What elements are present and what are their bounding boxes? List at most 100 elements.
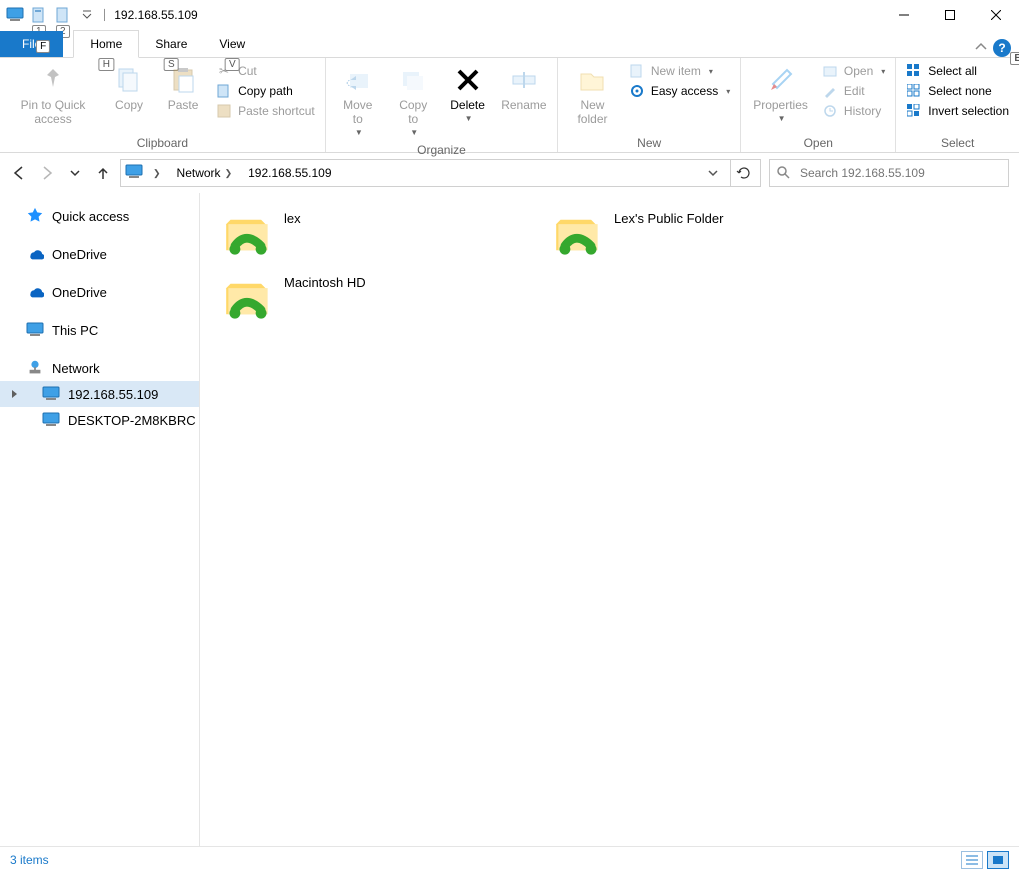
invert-selection-button[interactable]: Invert selection <box>902 102 1013 120</box>
help-icon[interactable]: ? E <box>993 39 1011 57</box>
up-button[interactable] <box>94 164 112 182</box>
select-none-button[interactable]: Select none <box>902 82 1013 100</box>
recent-locations-button[interactable] <box>66 164 84 182</box>
sidebar-network-host[interactable]: 192.168.55.109 <box>0 381 199 407</box>
sidebar-onedrive-1[interactable]: OneDrive <box>0 241 199 267</box>
tab-home[interactable]: Home H <box>73 30 139 58</box>
new-item-icon <box>629 63 645 79</box>
copy-path-button[interactable]: Copy path <box>212 82 319 100</box>
minimize-button[interactable] <box>881 0 927 30</box>
window-title: 192.168.55.109 <box>114 8 197 22</box>
pc-icon <box>42 411 60 429</box>
sidebar-this-pc[interactable]: This PC <box>0 317 199 343</box>
chevron-down-icon: ▼ <box>410 128 418 137</box>
tab-file[interactable]: File F <box>0 31 63 57</box>
properties-button[interactable]: Properties ▼ <box>747 60 814 127</box>
pin-button[interactable]: Pin to Quick access <box>6 60 100 130</box>
paste-shortcut-icon <box>216 103 232 119</box>
folder-item[interactable]: Macintosh HD <box>220 271 520 327</box>
folder-item[interactable]: Lex's Public Folder <box>550 207 850 263</box>
maximize-button[interactable] <box>927 0 973 30</box>
chevron-down-icon: ▼ <box>355 128 363 137</box>
shared-folder-icon <box>224 275 272 323</box>
label: Pin to Quick access <box>12 98 94 126</box>
nav-row: ❯ Network ❯ 192.168.55.109 <box>0 153 1019 193</box>
label: 192.168.55.109 <box>68 387 158 402</box>
back-button[interactable] <box>10 164 28 182</box>
search-box[interactable] <box>769 159 1009 187</box>
copy-path-icon <box>216 83 232 99</box>
status-item-count: 3 items <box>10 853 49 867</box>
cloud-icon <box>26 245 44 263</box>
delete-icon <box>452 64 484 96</box>
sidebar-network-desktop[interactable]: DESKTOP-2M8KBRC <box>0 407 199 433</box>
copy-to-button[interactable]: Copy to ▼ <box>388 60 439 141</box>
easy-access-button[interactable]: Easy access ▾ <box>625 82 734 100</box>
folder-name: Lex's Public Folder <box>614 211 723 226</box>
label: New folder <box>570 98 615 126</box>
label: Copy <box>115 98 143 112</box>
location-icon <box>125 163 143 184</box>
breadcrumb-host[interactable]: 192.168.55.109 <box>242 166 337 180</box>
chevron-down-icon: ▾ <box>709 67 713 76</box>
qat-customize-icon[interactable] <box>78 6 96 24</box>
move-to-button[interactable]: Move to ▼ <box>332 60 384 141</box>
label: OneDrive <box>52 247 107 262</box>
group-label: New <box>564 134 734 152</box>
label: Quick access <box>52 209 129 224</box>
address-bar[interactable]: ❯ Network ❯ 192.168.55.109 <box>120 159 761 187</box>
address-dropdown-button[interactable] <box>700 160 726 186</box>
label: Rename <box>501 98 546 112</box>
label: This PC <box>52 323 98 338</box>
properties-icon <box>765 64 797 96</box>
sidebar-network[interactable]: Network <box>0 355 199 381</box>
chevron-down-icon: ▼ <box>778 114 786 123</box>
open-icon <box>822 63 838 79</box>
ribbon-group-clipboard: Pin to Quick access Copy Paste ✂ Cut Cop… <box>0 58 326 152</box>
breadcrumb-root[interactable]: ❯ <box>147 168 167 179</box>
ribbon-group-new: New folder New item ▾ Easy access ▾ New <box>558 58 741 152</box>
label: Paste shortcut <box>238 104 315 118</box>
folder-name: Macintosh HD <box>284 275 366 290</box>
edit-icon <box>822 83 838 99</box>
search-input[interactable] <box>798 165 1002 181</box>
sidebar-quick-access[interactable]: Quick access <box>0 203 199 229</box>
select-all-button[interactable]: Select all <box>902 62 1013 80</box>
history-button[interactable]: History <box>818 102 889 120</box>
edit-button[interactable]: Edit <box>818 82 889 100</box>
refresh-button[interactable] <box>730 160 756 186</box>
label: Network <box>52 361 100 376</box>
history-icon <box>822 103 838 119</box>
label: OneDrive <box>52 285 107 300</box>
breadcrumb-network[interactable]: Network ❯ <box>171 166 239 180</box>
title-separator: │ <box>102 10 108 21</box>
navigation-pane[interactable]: Quick access OneDrive OneDrive This PC N… <box>0 193 200 846</box>
collapse-ribbon-icon[interactable] <box>975 41 987 56</box>
label: Invert selection <box>928 104 1009 118</box>
new-item-button[interactable]: New item ▾ <box>625 62 734 80</box>
chevron-right-icon: ❯ <box>153 168 161 179</box>
forward-button[interactable] <box>38 164 56 182</box>
search-icon <box>776 165 790 182</box>
paste-shortcut-button[interactable]: Paste shortcut <box>212 102 319 120</box>
open-button[interactable]: Open ▾ <box>818 62 889 80</box>
star-icon <box>26 207 44 225</box>
new-folder-icon <box>576 64 608 96</box>
qat-new-folder-icon[interactable]: 2 <box>54 6 72 24</box>
new-folder-button[interactable]: New folder <box>564 60 621 130</box>
file-view[interactable]: lex Lex's Public Folder Macintosh HD <box>200 193 1019 846</box>
qat-properties-icon[interactable]: 1 <box>30 6 48 24</box>
folder-name: lex <box>284 211 301 226</box>
tab-share[interactable]: Share S <box>139 31 203 57</box>
folder-item[interactable]: lex <box>220 207 520 263</box>
view-details-button[interactable] <box>961 851 983 869</box>
close-button[interactable] <box>973 0 1019 30</box>
status-bar: 3 items <box>0 846 1019 872</box>
tab-view[interactable]: View V <box>203 31 261 57</box>
label: History <box>844 104 881 118</box>
rename-button[interactable]: Rename <box>497 60 552 116</box>
delete-button[interactable]: Delete ▼ <box>443 60 493 127</box>
sidebar-onedrive-2[interactable]: OneDrive <box>0 279 199 305</box>
label: Select none <box>928 84 991 98</box>
view-large-icons-button[interactable] <box>987 851 1009 869</box>
